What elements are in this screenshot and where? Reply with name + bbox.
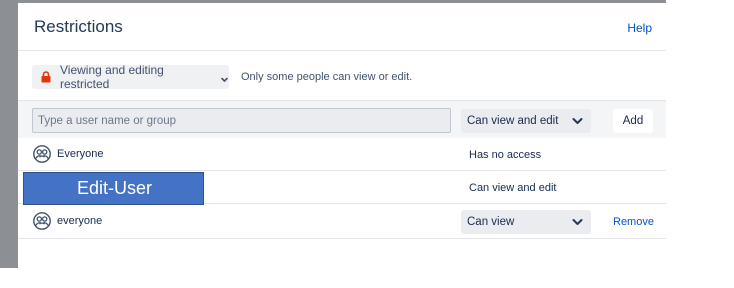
- entry-name: Everyone: [57, 148, 104, 160]
- background-overlay-left: [0, 0, 18, 268]
- edit-user-name: Edit-User: [77, 178, 153, 198]
- lock-icon: [41, 71, 51, 83]
- restriction-entry: everyone Can view Remove: [18, 204, 666, 239]
- edit-user-label-overlay: Edit-User: [23, 172, 204, 205]
- restriction-row: Viewing and editing restricted Only some…: [18, 52, 666, 100]
- remove-link[interactable]: Remove: [613, 216, 654, 228]
- permission-select[interactable]: Can view and edit: [461, 109, 591, 133]
- chevron-down-icon: [572, 217, 583, 227]
- chevron-down-icon: [220, 73, 229, 82]
- add-button[interactable]: Add: [613, 109, 653, 133]
- restrictions-dialog: Restrictions Help Viewing and editing re…: [18, 3, 666, 268]
- entry-permission: Has no access: [469, 149, 542, 161]
- chevron-down-icon: [572, 116, 583, 126]
- entry-permission-value: Can view: [467, 216, 515, 228]
- dialog-header: Restrictions Help: [18, 3, 666, 51]
- dialog-title: Restrictions: [34, 17, 123, 36]
- help-link[interactable]: Help: [627, 21, 652, 35]
- user-group-icon: [33, 212, 51, 230]
- screenshot-frame: Restrictions Help Viewing and editing re…: [0, 0, 734, 288]
- restriction-description: Only some people can view or edit.: [241, 71, 413, 83]
- entry-name: everyone: [57, 215, 103, 227]
- user-search-input[interactable]: [32, 108, 451, 133]
- permission-select-value: Can view and edit: [467, 115, 559, 127]
- user-group-icon: [33, 145, 51, 163]
- restriction-type-label: Viewing and editing restricted: [60, 63, 164, 91]
- add-user-row: Can view and edit Add: [18, 100, 666, 138]
- restriction-type-dropdown[interactable]: Viewing and editing restricted: [32, 63, 229, 91]
- entry-permission-select[interactable]: Can view: [461, 210, 591, 234]
- restriction-entry: Everyone Has no access: [18, 138, 666, 171]
- entry-permission: Can view and edit: [469, 182, 557, 194]
